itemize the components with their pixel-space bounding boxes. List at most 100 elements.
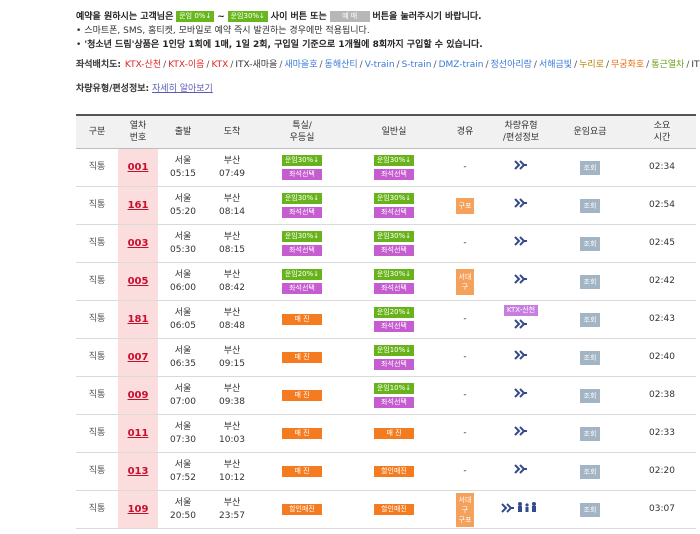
train-type-cell: 직통 — [76, 224, 118, 263]
train-number-cell: 109 — [118, 490, 158, 529]
discount-reserve-button[interactable]: 운임30%↓ — [374, 155, 414, 166]
sold-out-button[interactable]: 매 진 — [282, 428, 322, 439]
seat-map-icon[interactable] — [514, 464, 528, 474]
fare-lookup-button[interactable]: 조회 — [580, 388, 600, 403]
seat-select-button[interactable]: 좌석선택 — [282, 169, 322, 180]
seat-select-button[interactable]: 좌석선택 — [374, 169, 414, 180]
train-number-link[interactable]: 005 — [128, 276, 149, 287]
departure-station: 서울 — [174, 269, 192, 280]
seat-map-icon[interactable] — [514, 198, 528, 208]
discount-reserve-button[interactable]: 운임10%↓ — [374, 345, 414, 356]
legend-separator: / — [433, 60, 437, 70]
seat-map-icon[interactable] — [514, 319, 528, 329]
discount-reserve-button[interactable]: 운임30%↓ — [282, 193, 322, 204]
duration-cell: 02:45 — [628, 224, 696, 263]
train-number-link[interactable]: 003 — [128, 238, 149, 249]
seat-select-button[interactable]: 좌석선택 — [374, 283, 414, 294]
train-number-cell: 013 — [118, 452, 158, 491]
arrival-time: 08:14 — [219, 206, 245, 217]
seat-legend-link[interactable]: 무궁화호 — [611, 60, 644, 70]
seat-select-button[interactable]: 좌석선택 — [374, 321, 414, 332]
notice-intro: 예약을 원하시는 고객님은 — [76, 12, 174, 22]
fare-lookup-button[interactable]: 조회 — [580, 350, 600, 365]
discount-reserve-button[interactable]: 운임20%↓ — [374, 307, 414, 318]
fare-lookup-button[interactable]: 조회 — [580, 464, 600, 479]
seat-map-icon[interactable] — [514, 236, 528, 246]
seat-legend-link[interactable]: KTX — [211, 60, 228, 70]
seat-map-icon[interactable] — [514, 426, 528, 436]
seat-map-icon[interactable] — [514, 350, 528, 360]
discount-reserve-button[interactable]: 운임30%↓ — [374, 193, 414, 204]
departure-station: 서울 — [174, 345, 192, 356]
seat-select-button[interactable]: 좌석선택 — [282, 283, 322, 294]
train-number-link[interactable]: 011 — [128, 428, 149, 439]
seat-map-icon[interactable] — [514, 160, 528, 170]
arrival-cell: 부산 23:57 — [208, 490, 256, 529]
discount-reserve-button[interactable]: 운임30%↓ — [374, 231, 414, 242]
seat-legend-link[interactable]: 누리로 — [579, 60, 604, 70]
departure-station: 서울 — [174, 307, 192, 318]
via-cell: - — [440, 338, 490, 377]
seat-legend-link[interactable]: V-train — [365, 60, 395, 70]
arrival-time: 08:42 — [219, 282, 245, 293]
fare-cell: 조회 — [552, 376, 628, 415]
departure-cell: 서울 07:00 — [158, 376, 208, 415]
train-number-link[interactable]: 161 — [128, 200, 149, 211]
departure-cell: 서울 05:15 — [158, 148, 208, 187]
sold-out-button[interactable]: 할인매진 — [374, 466, 414, 477]
seat-map-icon[interactable] — [501, 503, 515, 513]
fare-lookup-button[interactable]: 조회 — [580, 160, 600, 175]
seat-legend-link[interactable]: 서해금빛 — [539, 60, 572, 70]
seat-legend-link[interactable]: KTX-이음 — [168, 60, 204, 70]
fare-lookup-button[interactable]: 조회 — [580, 236, 600, 251]
discount-reserve-button[interactable]: 운임20%↓ — [282, 269, 322, 280]
discount-reserve-button[interactable]: 운임30%↓ — [374, 269, 414, 280]
standard-class-cell: 운임20%↓ 좌석선택 — [348, 300, 440, 339]
seat-legend-link[interactable]: KTX-산천 — [125, 60, 161, 70]
seat-select-button[interactable]: 좌석선택 — [374, 397, 414, 408]
seat-select-button[interactable]: 좌석선택 — [374, 359, 414, 370]
fare-lookup-button[interactable]: 조회 — [580, 426, 600, 441]
seat-select-button[interactable]: 좌석선택 — [374, 207, 414, 218]
train-number-link[interactable]: 001 — [128, 162, 149, 173]
seat-legend-link[interactable]: DMZ-train — [439, 60, 484, 70]
discount-reserve-button[interactable]: 운임30%↓ — [282, 155, 322, 166]
table-row: 직통 181 서울 06:05 부산 08:48 매 진 운임20%↓ 좌석선택 - KTX-산천 조… — [76, 300, 696, 339]
fare-lookup-button[interactable]: 조회 — [580, 198, 600, 213]
train-number-link[interactable]: 009 — [128, 390, 149, 401]
via-badge: 서대구 — [456, 268, 474, 295]
family-seat-icon[interactable] — [515, 501, 541, 513]
sold-out-button[interactable]: 할인매진 — [374, 504, 414, 515]
seat-legend-link[interactable]: 정선아리랑 — [491, 60, 532, 70]
seat-legend-link[interactable]: 동해산티 — [325, 60, 358, 70]
discount-reserve-button[interactable]: 운임10%↓ — [374, 383, 414, 394]
seat-legend-link[interactable]: ITX-청춘 — [691, 60, 700, 70]
sold-out-button[interactable]: 할인매진 — [282, 504, 322, 515]
fare-lookup-button[interactable]: 조회 — [580, 312, 600, 327]
seat-select-button[interactable]: 좌석선택 — [282, 245, 322, 256]
sold-out-button[interactable]: 매 진 — [282, 314, 322, 325]
seat-map-icon[interactable] — [514, 274, 528, 284]
sold-out-button[interactable]: 매 진 — [282, 466, 322, 477]
sold-out-button[interactable]: 매 진 — [282, 390, 322, 401]
seat-legend-link[interactable]: ITX-새마을 — [235, 60, 277, 70]
fare-lookup-button[interactable]: 조회 — [580, 502, 600, 517]
column-header-label: /편성정보 — [502, 133, 540, 143]
sold-out-button[interactable]: 매 진 — [374, 428, 414, 439]
train-number-link[interactable]: 013 — [128, 466, 149, 477]
vehicle-info-link[interactable]: 자세히 알아보기 — [152, 84, 213, 94]
train-number-link[interactable]: 181 — [128, 314, 149, 325]
sold-out-button[interactable]: 매 진 — [282, 352, 322, 363]
standard-class-cell: 운임30%↓ 좌석선택 — [348, 262, 440, 301]
ktx-sancheon-badge[interactable]: KTX-산천 — [504, 305, 538, 316]
seat-legend-link[interactable]: 통근열차 — [651, 60, 684, 70]
seat-map-icon[interactable] — [514, 388, 528, 398]
seat-select-button[interactable]: 좌석선택 — [374, 245, 414, 256]
seat-legend-link[interactable]: S-train — [402, 60, 432, 70]
seat-legend-link[interactable]: 새마을호 — [284, 60, 317, 70]
discount-reserve-button[interactable]: 운임30%↓ — [282, 231, 322, 242]
seat-select-button[interactable]: 좌석선택 — [282, 207, 322, 218]
train-number-link[interactable]: 109 — [128, 504, 149, 515]
train-number-link[interactable]: 007 — [128, 352, 149, 363]
fare-lookup-button[interactable]: 조회 — [580, 274, 600, 289]
